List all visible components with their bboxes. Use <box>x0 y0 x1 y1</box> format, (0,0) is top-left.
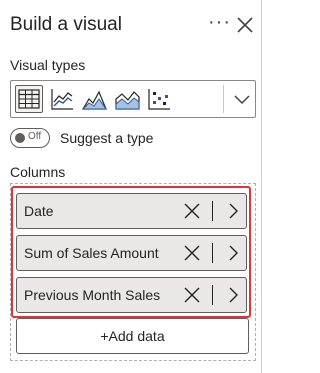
table-icon[interactable] <box>15 85 43 113</box>
field-pill-sum-of-sales-amount[interactable]: Sum of Sales Amount <box>16 235 247 271</box>
field-divider <box>212 285 213 305</box>
stacked-area-chart-icon[interactable] <box>113 85 141 113</box>
toggle-state-text: Off <box>28 131 42 142</box>
chevron-right-icon[interactable] <box>225 287 241 303</box>
line-chart-icon[interactable] <box>48 85 76 113</box>
field-label: Sum of Sales Amount <box>24 245 159 261</box>
field-label: Previous Month Sales <box>24 287 161 303</box>
columns-label: Columns <box>10 164 66 180</box>
close-icon[interactable] <box>234 14 256 36</box>
field-label: Date <box>24 203 54 219</box>
build-visual-pane: Build a visual ··· Visual types Off Sugg… <box>0 0 262 373</box>
chevron-down-icon[interactable] <box>231 88 253 110</box>
suggest-type-toggle[interactable]: Off <box>10 128 50 148</box>
remove-icon[interactable] <box>184 245 200 261</box>
add-data-button[interactable]: +Add data <box>16 318 249 354</box>
remove-icon[interactable] <box>184 287 200 303</box>
visual-types-divider <box>223 85 224 113</box>
field-divider <box>212 243 213 263</box>
remove-icon[interactable] <box>184 203 200 219</box>
scatter-chart-icon[interactable] <box>145 85 173 113</box>
more-options-button[interactable]: ··· <box>208 12 231 32</box>
field-divider <box>212 201 213 221</box>
toggle-knob <box>15 133 25 143</box>
area-chart-icon[interactable] <box>80 85 108 113</box>
visual-types-selector <box>10 80 256 118</box>
visual-types-label: Visual types <box>10 57 86 73</box>
field-pill-previous-month-sales[interactable]: Previous Month Sales <box>16 277 247 313</box>
suggest-type-label: Suggest a type <box>60 130 154 146</box>
chevron-right-icon[interactable] <box>225 203 241 219</box>
field-pill-date[interactable]: Date <box>16 193 247 229</box>
chevron-right-icon[interactable] <box>225 245 241 261</box>
pane-title: Build a visual <box>10 14 122 35</box>
